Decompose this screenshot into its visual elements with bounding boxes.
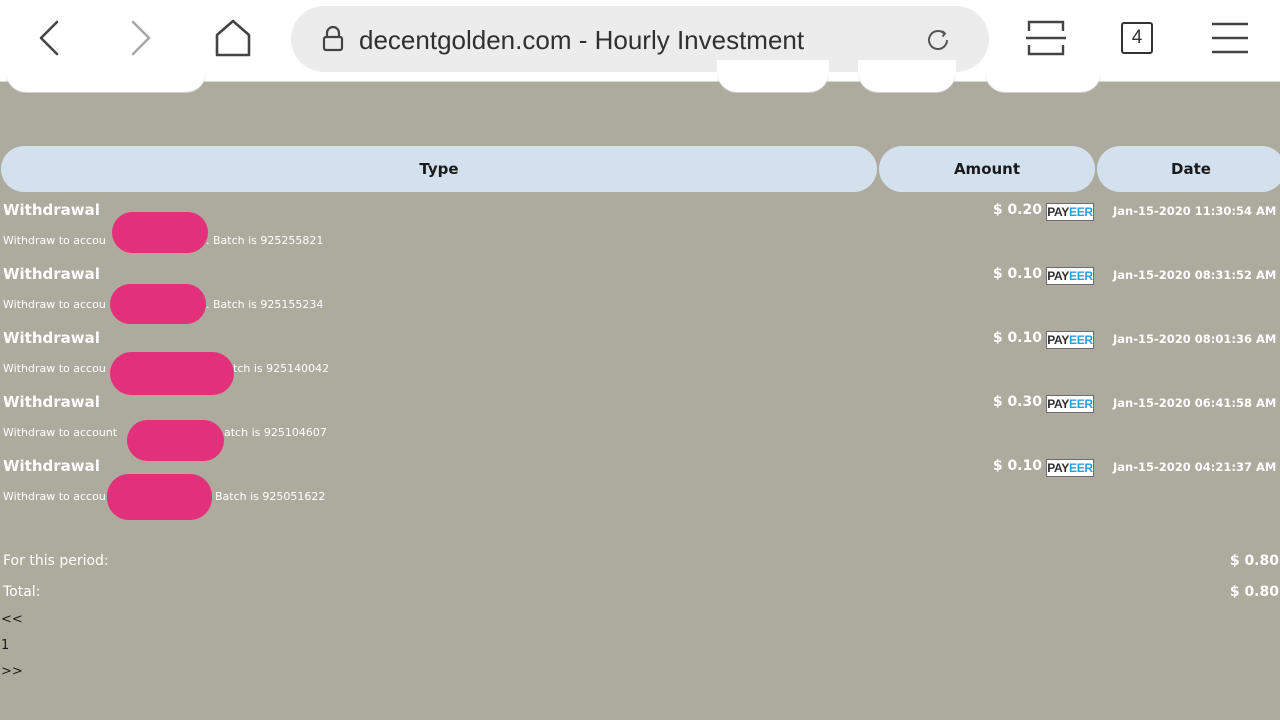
transaction-batch: Batch is 925051622 (215, 490, 326, 503)
column-header-date: Date (1097, 146, 1280, 192)
transaction-description: Withdraw to accou (3, 362, 106, 375)
transaction-type: Withdrawal (3, 329, 100, 347)
redaction-mark (110, 284, 206, 324)
table-row: Withdrawal Withdraw to accou . Batch is … (0, 265, 1280, 329)
payeer-logo: PAYEER (1046, 395, 1094, 413)
menu-icon[interactable] (1210, 18, 1250, 58)
transaction-type: Withdrawal (3, 393, 100, 411)
grand-total-value: $ 0.80 (1229, 584, 1279, 600)
transaction-batch: . Batch is 925155234 (206, 298, 324, 311)
transaction-date: Jan-15-2020 04:21:37 AM (1113, 460, 1277, 474)
redaction-mark (107, 474, 212, 520)
filter-year-select[interactable] (985, 60, 1101, 92)
back-icon[interactable] (30, 18, 70, 58)
filter-month-select[interactable] (858, 60, 956, 92)
table-row: Withdrawal Withdraw to account atch is 9… (0, 393, 1280, 461)
url-text: decentgolden.com - Hourly Investment (359, 25, 805, 55)
column-header-type: Type (1, 146, 877, 192)
payeer-logo: PAYEER (1046, 331, 1094, 349)
transaction-date: Jan-15-2020 08:31:52 AM (1113, 268, 1277, 282)
redaction-mark (110, 352, 234, 395)
period-total-value: $ 0.80 (1229, 553, 1279, 569)
grand-total-label: Total: (3, 584, 41, 600)
transaction-amount: $ 0.10 (992, 330, 1042, 346)
lock-icon (322, 26, 344, 52)
payeer-logo: PAYEER (1046, 267, 1094, 285)
pagination-page-1[interactable]: 1 (1, 638, 9, 654)
transaction-description: Withdraw to account (3, 426, 118, 439)
transaction-date: Jan-15-2020 08:01:36 AM (1113, 332, 1277, 346)
transaction-amount: $ 0.30 (992, 394, 1042, 410)
transaction-batch: . Batch is 925255821 (206, 234, 324, 247)
transaction-batch: tch is 925140042 (233, 362, 330, 375)
table-row: Withdrawal Withdraw to accou tch is 9251… (0, 329, 1280, 395)
transaction-description: Withdraw to accou (3, 490, 106, 503)
transaction-type: Withdrawal (3, 457, 100, 475)
pagination-prev-link[interactable]: << (1, 612, 23, 628)
transaction-description: Withdraw to accou (3, 234, 106, 247)
table-row: Withdrawal Withdraw to accou Batch is 92… (0, 457, 1280, 521)
transaction-date: Jan-15-2020 06:41:58 AM (1113, 396, 1277, 410)
reload-icon[interactable] (923, 25, 953, 55)
payeer-logo: PAYEER (1046, 203, 1094, 221)
redaction-mark (112, 212, 208, 253)
table-row: Withdrawal Withdraw to accou . Batch is … (0, 201, 1280, 265)
filter-select[interactable] (6, 60, 206, 92)
transaction-type: Withdrawal (3, 201, 100, 219)
transaction-batch: atch is 925104607 (224, 426, 327, 439)
transaction-type: Withdrawal (3, 265, 100, 283)
filter-day-select[interactable] (717, 60, 829, 92)
transaction-description: Withdraw to accou (3, 298, 106, 311)
transaction-amount: $ 0.10 (992, 266, 1042, 282)
column-header-amount: Amount (879, 146, 1095, 192)
payeer-logo: PAYEER (1046, 459, 1094, 477)
home-icon[interactable] (213, 18, 253, 58)
transaction-amount: $ 0.10 (992, 458, 1042, 474)
transaction-amount: $ 0.20 (992, 202, 1042, 218)
transaction-date: Jan-15-2020 11:30:54 AM (1113, 204, 1277, 218)
forward-icon[interactable] (120, 18, 160, 58)
redaction-mark (127, 420, 224, 461)
tabs-layout-icon[interactable] (1026, 18, 1066, 58)
pagination-next-link[interactable]: >> (1, 664, 23, 680)
tab-count-button[interactable]: 4 (1121, 22, 1153, 54)
period-total-label: For this period: (3, 553, 109, 569)
